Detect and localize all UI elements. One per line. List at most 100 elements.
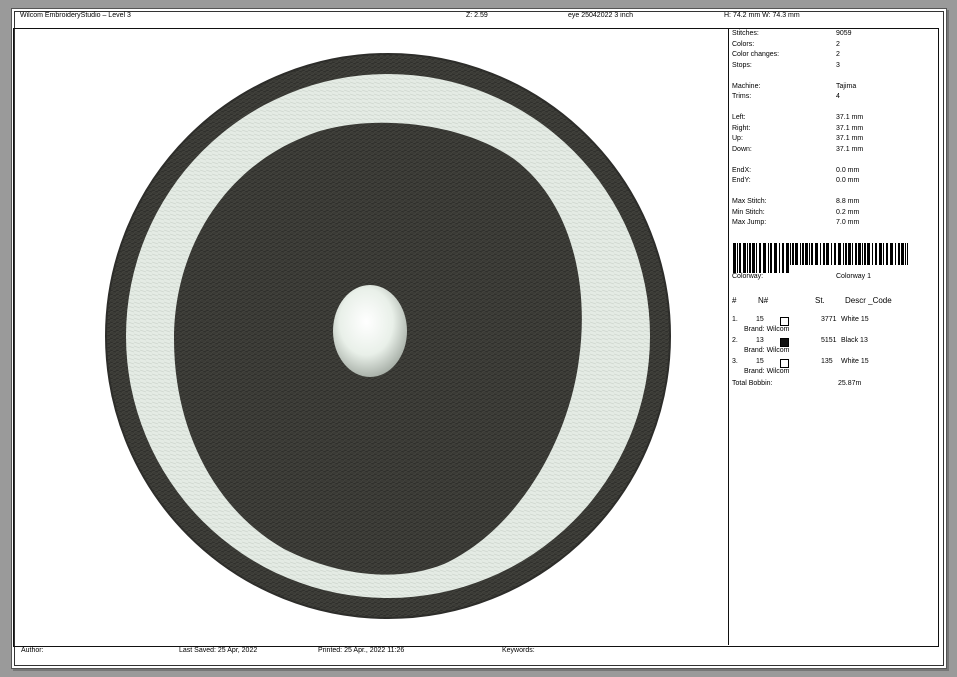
barcode-bar [898,243,900,265]
stat-value: 2 [836,51,840,58]
thread-needle: 15 [756,316,764,323]
design-name: eye 25042022 3 inch [568,12,633,19]
barcode-bar [838,243,841,265]
barcode-bar [756,243,757,273]
author: Author: [21,647,44,654]
stat-value: 0.2 mm [836,208,860,216]
col-descr: Descr _Code [845,296,892,305]
barcode-bar [855,243,857,265]
barcode-bar [862,243,863,265]
stat-label: Left: [732,114,746,121]
barcode-bar [890,243,893,265]
stat-label: Up: [732,135,743,142]
pupil-highlight [333,285,407,377]
thread-table: 1. 15 3771 White 15 Brand: Wilcom 2. 13 5151 Bla… [732,316,932,379]
stat-label: Machine: [732,82,761,90]
total-bobbin-value: 25.87m [838,380,862,387]
printed-date: Printed: 25 Apr., 2022 11:26 [318,647,405,654]
stat-value: 7.0 mm [836,219,860,226]
stat-value: 37.1 mm [836,135,864,142]
stat-row: Up: 37.1 mm [732,135,932,146]
stats-gap [732,188,932,199]
stat-label: Down: [732,145,752,153]
stat-label: Trims: [732,93,752,100]
barcode-bar [811,243,813,265]
barcode-bar [845,243,847,265]
thread-stitches: 5151 [821,337,837,344]
stat-row: Min Stitch: 0.2 mm [732,209,932,220]
barcode-bar [805,243,808,265]
barcode-bar [895,243,896,265]
barcode-bar [770,243,772,273]
col-num: # [732,296,737,305]
barcode-bar [834,243,836,265]
stat-row: Max Jump: 7.0 mm [732,219,932,230]
barcode-bar [759,243,761,273]
thread-index: 2. [732,337,738,344]
barcode-bar [800,243,801,265]
stat-label: Colors: [732,40,755,48]
stat-value: 4 [836,93,840,100]
stat-row: Machine: Tajima [732,83,932,94]
barcode-bar [867,243,870,265]
barcode-bar [886,243,888,265]
stat-value: 0.0 mm [836,166,860,174]
barcode-bar [831,243,832,265]
keywords: Keywords: [502,647,535,654]
stat-value: 9059 [836,30,852,37]
stat-label: Stitches: [732,30,759,37]
design-stats: Stitches: 9059 Colors: 2 Color changes: 2 Stop… [732,30,932,230]
stat-label: EndX: [732,166,752,174]
header-bar: Wilcom EmbroideryStudio – Level 3 Z: 2.5… [14,12,944,24]
barcode-bar [779,243,780,273]
thread-row: 1. 15 3771 White 15 Brand: Wilcom [732,316,932,337]
footer-bar: Author: Last Saved: 25 Apr, 2022 Printed… [14,647,944,659]
barcode-bar [823,243,825,265]
barcode-bar [782,243,784,273]
design-size: H: 74.2 mm W: 74.3 mm [724,12,800,19]
col-needle: N# [758,296,769,305]
col-stitches: St. [815,296,825,305]
zoom-level: Z: 2.59 [466,12,488,19]
barcode-bar [768,243,769,273]
stat-row: Max Stitch: 8.8 mm [732,198,932,209]
stat-label: Right: [732,124,751,132]
barcode-bar [737,243,738,273]
barcode-bar [907,243,908,265]
thread-descr: White 15 [841,358,869,365]
stat-value: 37.1 mm [836,124,864,132]
barcode-bar [747,243,748,273]
thread-row: 3. 15 135 White 15 Brand: Wilcom [732,358,932,379]
thread-descr: Black 13 [841,337,868,344]
stats-gap [732,104,932,115]
barcode-bar [864,243,866,265]
barcode-bar [883,243,884,265]
stat-label: Max Stitch: [732,198,767,205]
colorway-value: Colorway 1 [836,273,872,280]
thread-stitches: 135 [821,358,833,365]
stats-gap [732,156,932,167]
barcode-bar [815,243,818,265]
barcode-bar [749,243,751,273]
stat-value: 8.8 mm [836,198,860,205]
stat-label: Min Stitch: [732,208,765,216]
barcode-bar [905,243,906,265]
thread-brand: Brand: Wilcom [744,347,790,354]
stat-row: Right: 37.1 mm [732,125,932,136]
stat-value: Tajima [836,82,857,90]
stat-row: Trims: 4 [732,93,932,104]
app-title: Wilcom EmbroideryStudio – Level 3 [20,12,131,19]
thread-index: 3. [732,358,738,365]
stat-row: EndX: 0.0 mm [732,167,932,178]
thread-color-swatch [780,338,789,347]
barcode-bar [763,243,766,273]
thread-index: 1. [732,316,738,323]
barcode-bar [872,243,873,265]
stat-label: Max Jump: [732,219,767,226]
stats-gap [732,72,932,83]
barcode-bar [786,243,789,273]
barcode-bar [820,243,821,265]
stat-value: 0.0 mm [836,177,860,184]
barcode-bar [795,243,798,265]
barcode-bar [739,243,741,273]
